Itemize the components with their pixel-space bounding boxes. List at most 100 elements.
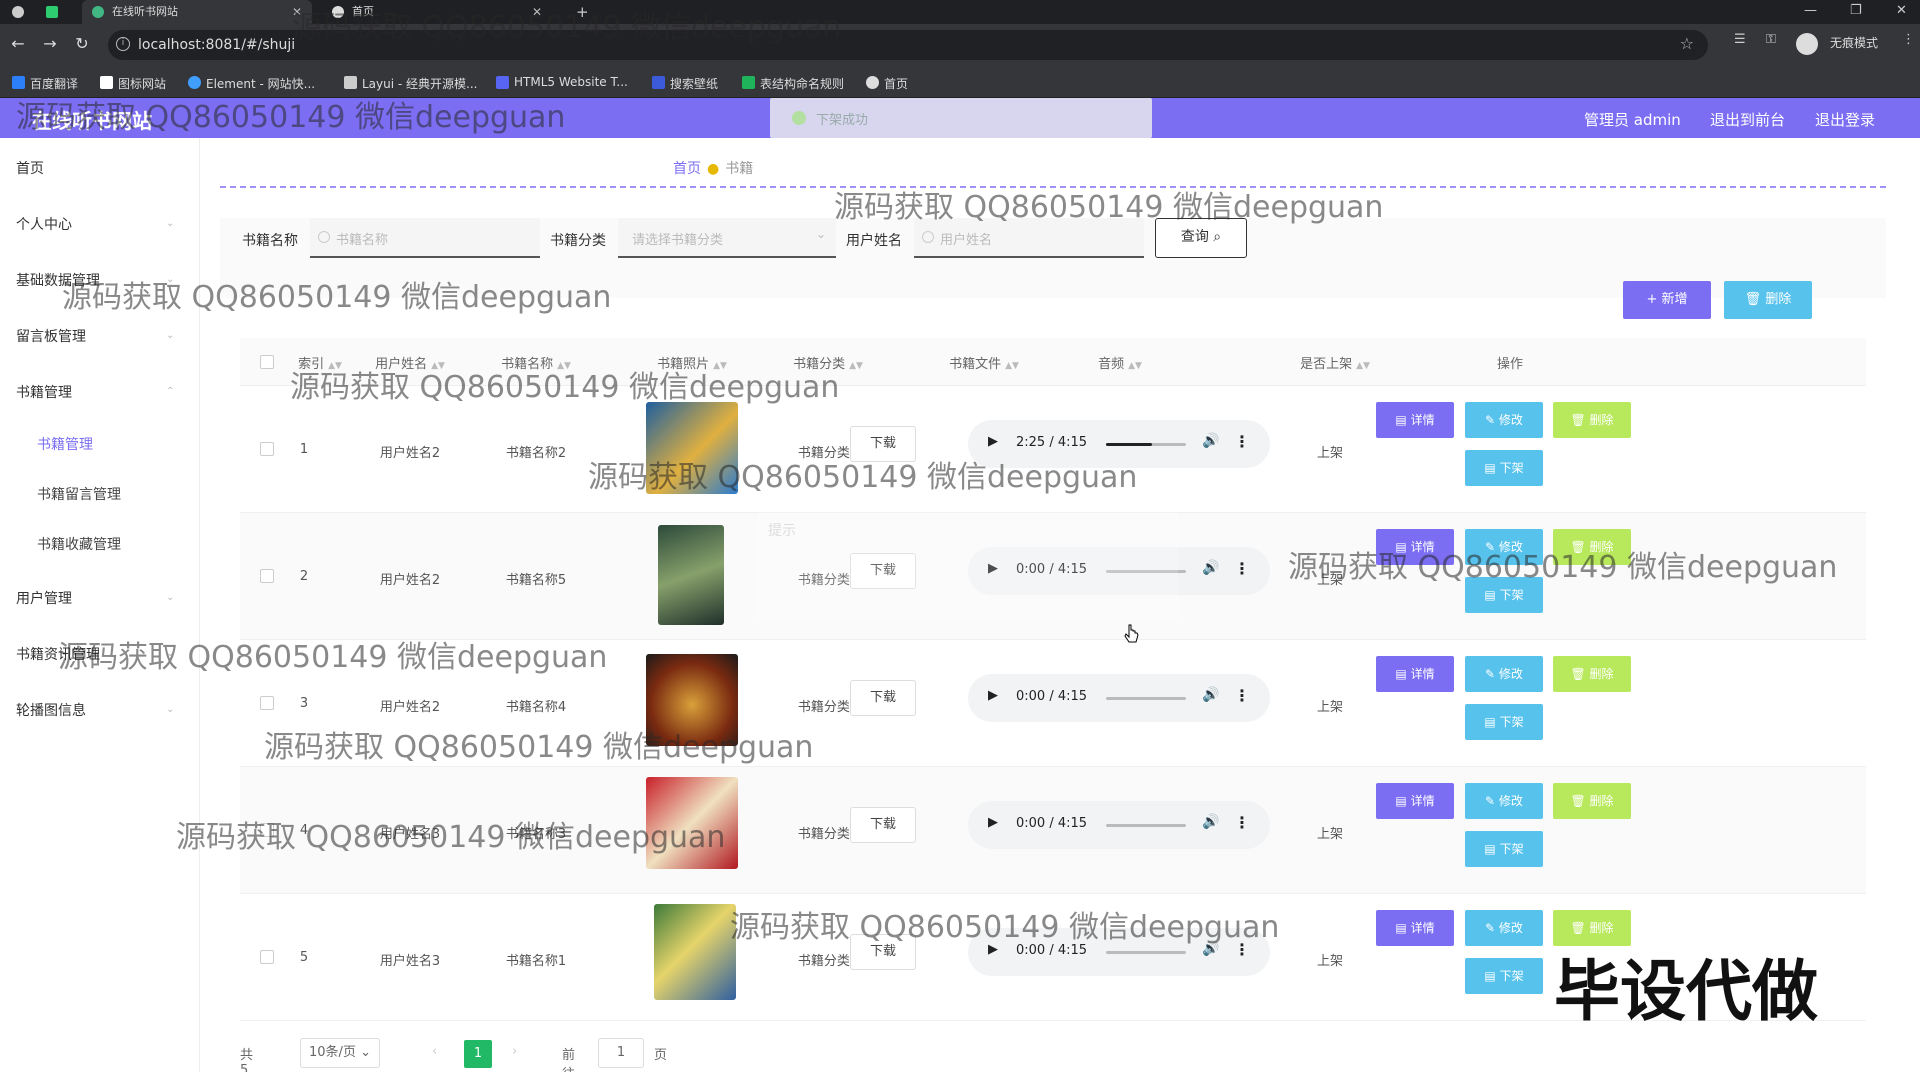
row-checkbox[interactable]: [260, 569, 274, 583]
volume-icon[interactable]: 🔊: [1202, 433, 1219, 449]
delete-button[interactable]: 🗑 删除: [1553, 402, 1631, 438]
bookmark-item[interactable]: HTML5 Website T...: [496, 75, 628, 89]
add-button[interactable]: + 新增: [1623, 281, 1711, 319]
play-icon[interactable]: ▶: [988, 815, 998, 830]
bookmark-item[interactable]: 搜索壁纸: [652, 75, 718, 92]
take-down-button[interactable]: ▤ 下架: [1465, 831, 1543, 867]
sidebar-sub-book-favorites[interactable]: 书籍收藏管理: [37, 534, 121, 554]
row-checkbox[interactable]: [260, 950, 274, 964]
chevron-down-icon: ⌄: [166, 330, 175, 341]
select-all-checkbox[interactable]: [260, 355, 274, 369]
cell-user: 用户姓名2: [379, 700, 441, 715]
forward-icon[interactable]: →: [38, 34, 62, 53]
incognito-icon[interactable]: [1796, 33, 1818, 55]
bookmark-item[interactable]: 首页: [866, 75, 908, 92]
detail-button[interactable]: ▤ 详情: [1376, 910, 1454, 946]
chevron-down-icon: ⌄: [166, 218, 175, 229]
pinned-tab-icon[interactable]: [36, 0, 72, 24]
bookmark-item[interactable]: Layui - 经典开源模...: [344, 75, 477, 92]
volume-icon[interactable]: 🔊: [1202, 687, 1219, 703]
sidebar-sub-book-comments[interactable]: 书籍留言管理: [37, 484, 121, 504]
audio-time: 2:25 / 4:15: [1016, 435, 1088, 450]
screen: 在线听书网站 ✕ 首页 ✕ + — ❐ ✕ ← → ↻ i localhost:…: [0, 0, 1920, 1072]
tab-active[interactable]: 在线听书网站 ✕: [82, 0, 312, 24]
minimize-icon[interactable]: —: [1804, 0, 1817, 22]
bookmark-item[interactable]: 图标网站: [100, 75, 166, 92]
batch-delete-button[interactable]: 🗑 删除: [1724, 281, 1812, 319]
sidebar-sub-book-manage[interactable]: 书籍管理: [37, 434, 93, 454]
dialog-title: 提示: [768, 523, 796, 539]
page-size-select[interactable]: 10条/页 ⌄: [300, 1038, 380, 1068]
edit-button[interactable]: ✎ 修改: [1465, 656, 1543, 692]
bookmark-item[interactable]: 表结构命名规则: [742, 75, 844, 92]
take-down-button[interactable]: ▤ 下架: [1465, 958, 1543, 994]
book-name-input[interactable]: 书籍名称: [310, 218, 540, 258]
logout-link[interactable]: 退出登录: [1815, 109, 1875, 130]
sidebar-item-home[interactable]: 首页: [16, 158, 44, 178]
bookmark-item[interactable]: Element - 网站快...: [188, 75, 315, 92]
play-icon[interactable]: ▶: [988, 688, 998, 703]
download-button[interactable]: 下载: [850, 680, 916, 716]
play-icon[interactable]: ▶: [988, 434, 998, 449]
delete-button[interactable]: 🗑 删除: [1553, 656, 1631, 692]
more-options-icon[interactable]: ⋮: [1234, 686, 1250, 705]
audio-player: ▶ 0:00 / 4:15 🔊 ⋮: [968, 801, 1270, 849]
sidebar-item-messages[interactable]: 留言板管理: [16, 326, 86, 346]
watermark-text: 源码获取 QQ86050149 微信deepguan: [58, 640, 608, 675]
audio-progress-slider[interactable]: [1106, 697, 1186, 700]
more-icon[interactable]: ⋮: [1902, 32, 1915, 47]
sidebar-item-carousel[interactable]: 轮播图信息: [16, 700, 86, 720]
goto-page-input[interactable]: 1: [598, 1038, 644, 1068]
prev-page-icon[interactable]: ‹: [432, 1044, 437, 1059]
detail-button[interactable]: ▤ 详情: [1376, 402, 1454, 438]
back-to-front-link[interactable]: 退出到前台: [1710, 109, 1785, 130]
row-checkbox[interactable]: [260, 696, 274, 710]
audio-progress-slider[interactable]: [1106, 443, 1186, 446]
col-shelf[interactable]: 是否上架 ▲▼: [1280, 353, 1390, 372]
take-down-button[interactable]: ▤ 下架: [1465, 450, 1543, 486]
detail-button[interactable]: ▤ 详情: [1376, 783, 1454, 819]
category-select[interactable]: 请选择书籍分类 ⌄: [618, 218, 836, 258]
detail-button[interactable]: ▤ 详情: [1376, 656, 1454, 692]
key-icon[interactable]: ⚿: [1766, 32, 1776, 47]
chevron-up-icon: ⌃: [166, 386, 175, 397]
volume-icon[interactable]: 🔊: [1202, 814, 1219, 830]
reading-list-icon[interactable]: ☰: [1734, 32, 1746, 47]
col-file[interactable]: 书籍文件 ▲▼: [926, 353, 1042, 372]
sidebar-item-books[interactable]: 书籍管理: [16, 382, 72, 402]
page-number-current[interactable]: 1: [464, 1040, 492, 1068]
reload-icon[interactable]: ↻: [70, 34, 94, 53]
chrome-menu-icon[interactable]: [0, 0, 36, 24]
success-icon: [792, 111, 806, 125]
search-icon: [318, 231, 330, 243]
more-options-icon[interactable]: ⋮: [1234, 813, 1250, 832]
audio-progress-slider[interactable]: [1106, 951, 1186, 954]
row-checkbox[interactable]: [260, 442, 274, 456]
restore-icon[interactable]: ❐: [1850, 0, 1862, 22]
info-icon[interactable]: i: [116, 37, 130, 51]
edit-button[interactable]: ✎ 修改: [1465, 910, 1543, 946]
sidebar-item-profile[interactable]: 个人中心: [16, 214, 72, 234]
delete-button[interactable]: 🗑 删除: [1553, 783, 1631, 819]
download-button[interactable]: 下载: [850, 807, 916, 843]
bookmark-star-icon[interactable]: ☆: [1680, 34, 1694, 53]
take-down-button[interactable]: ▤ 下架: [1465, 704, 1543, 740]
more-options-icon[interactable]: ⋮: [1234, 559, 1250, 578]
edit-button[interactable]: ✎ 修改: [1465, 783, 1543, 819]
col-audio[interactable]: 音频 ▲▼: [1070, 353, 1170, 372]
cell-shelf: 上架: [1316, 446, 1343, 461]
audio-progress-slider[interactable]: [1106, 824, 1186, 827]
next-page-icon[interactable]: ›: [512, 1044, 517, 1059]
close-window-icon[interactable]: ✕: [1896, 0, 1907, 22]
back-icon[interactable]: ←: [6, 34, 30, 53]
edit-button[interactable]: ✎ 修改: [1465, 402, 1543, 438]
watermark-text: 源码获取 QQ86050149 微信deepguan: [588, 460, 1138, 495]
bookmark-item[interactable]: 百度翻译: [12, 75, 78, 92]
volume-icon[interactable]: 🔊: [1202, 560, 1219, 576]
breadcrumb-home[interactable]: 首页: [673, 161, 701, 177]
sidebar-item-users[interactable]: 用户管理: [16, 588, 72, 608]
more-options-icon[interactable]: ⋮: [1234, 432, 1250, 451]
fading-dialog: 提示: [758, 510, 1178, 620]
book-name-label: 书籍名称: [242, 233, 298, 249]
chevron-down-icon: ⌄: [815, 227, 826, 241]
